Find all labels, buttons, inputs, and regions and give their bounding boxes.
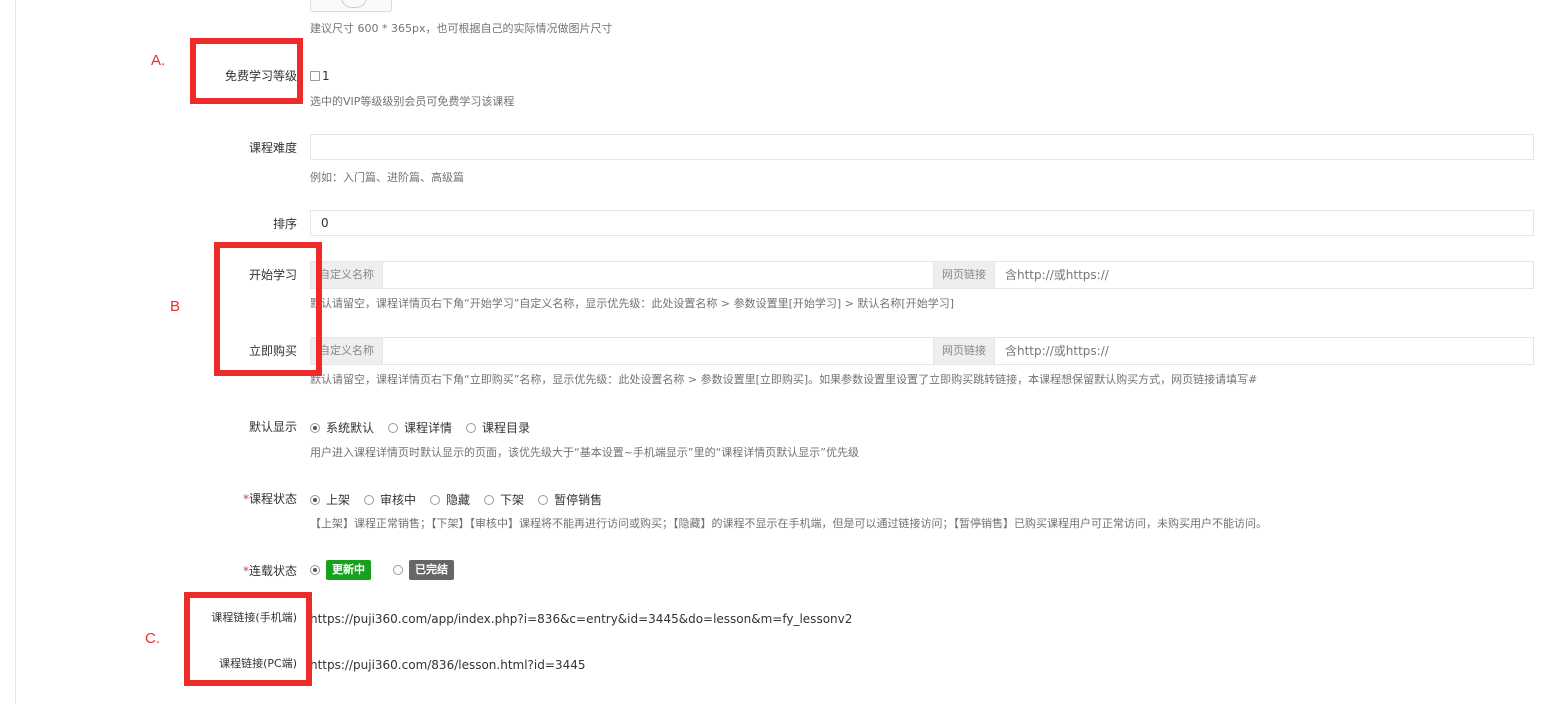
radio-selected[interactable]	[310, 422, 320, 433]
image-upload-thumbnail[interactable]	[310, 0, 392, 12]
serial-status-label: *连载状态	[243, 563, 297, 579]
annotation-label-b: B	[170, 298, 181, 315]
option-label: 下架	[500, 493, 525, 507]
course-status-help: 【上架】课程正常销售；【下架】【审核中】课程将不能再进行访问或购买；【隐藏】的课…	[310, 517, 1267, 530]
sort-input[interactable]	[310, 210, 1534, 236]
default-display-option-catalog[interactable]: 课程目录	[466, 419, 530, 436]
image-size-help: 建议尺寸 600 * 365px，也可根据自己的实际情况做图片尺寸	[310, 22, 613, 35]
start-study-input-group: 自定义名称 网页链接 含http://或https://	[310, 261, 1534, 289]
start-study-link-addon: 网页链接	[933, 262, 995, 288]
course-status-option-off-shelf[interactable]: 下架	[484, 491, 524, 508]
default-display-help: 用户进入课程详情页时默认显示的页面，该优先级大于“基本设置~手机端显示”里的“课…	[310, 446, 860, 459]
course-status-option-on-shelf[interactable]: 上架	[310, 491, 350, 508]
difficulty-input[interactable]	[310, 134, 1534, 160]
option-label: 暂停销售	[554, 493, 603, 507]
radio[interactable]	[393, 565, 403, 575]
option-label: 课程目录	[482, 421, 531, 435]
annotation-box-b	[214, 242, 322, 376]
serial-status-label-text: 连载状态	[248, 564, 297, 578]
course-status-radios: 上架 审核中 隐藏 下架 暂停销售	[310, 491, 616, 508]
radio-selected[interactable]	[310, 565, 320, 575]
difficulty-label: 课程难度	[248, 141, 297, 155]
sort-label: 排序	[272, 217, 297, 231]
free-level-help: 选中的VIP等级级别会员可免费学习该课程	[310, 95, 515, 108]
mobile-link-value: https://puji360.com/app/index.php?i=836&…	[310, 612, 853, 626]
start-study-help: 默认请留空，课程详情页右下角“开始学习”自定义名称，显示优先级：此处设置名称 >…	[310, 297, 954, 310]
serial-status-option-updating[interactable]: 更新中	[310, 560, 371, 580]
free-level-option[interactable]: 1	[310, 69, 330, 83]
course-status-option-paused[interactable]: 暂停销售	[538, 491, 602, 508]
radio[interactable]	[538, 494, 549, 505]
free-level-checkbox[interactable]	[310, 71, 320, 81]
radio[interactable]	[466, 422, 477, 433]
default-display-option-detail[interactable]: 课程详情	[388, 419, 452, 436]
radio[interactable]	[484, 494, 495, 505]
difficulty-help: 例如：入门篇、进阶篇、高级篇	[310, 171, 464, 184]
start-study-link-input[interactable]: 含http://或https://	[995, 262, 1533, 288]
option-label: 课程详情	[404, 421, 453, 435]
course-status-option-reviewing[interactable]: 审核中	[364, 491, 416, 508]
annotation-box-a	[190, 38, 303, 104]
default-display-option-system[interactable]: 系统默认	[310, 419, 374, 436]
annotation-label-c: C.	[145, 630, 160, 647]
buy-now-link-addon: 网页链接	[933, 338, 995, 364]
radio[interactable]	[388, 422, 399, 433]
option-label: 系统默认	[326, 421, 375, 435]
option-label: 上架	[326, 493, 351, 507]
radio[interactable]	[430, 494, 441, 505]
buy-now-name-input[interactable]	[383, 338, 933, 364]
course-status-label-text: 课程状态	[248, 492, 297, 506]
buy-now-link-input[interactable]: 含http://或https://	[995, 338, 1533, 364]
panel-border	[15, 0, 16, 704]
free-level-option-label: 1	[322, 69, 330, 83]
option-label: 隐藏	[446, 493, 471, 507]
serial-status-option-finished[interactable]: 已完结	[393, 560, 454, 580]
serial-status-radios: 更新中 已完结	[310, 560, 468, 580]
default-display-radios: 系统默认 课程详情 课程目录	[310, 419, 544, 436]
default-display-label: 默认显示	[248, 420, 297, 434]
updating-badge: 更新中	[326, 560, 371, 580]
course-status-label: *课程状态	[243, 491, 297, 507]
radio[interactable]	[364, 494, 375, 505]
buy-now-input-group: 自定义名称 网页链接 含http://或https://	[310, 337, 1534, 365]
buy-now-help: 默认请留空，课程详情页右下角“立即购买”名称，显示优先级：此处设置名称 > 参数…	[310, 373, 1258, 386]
finished-badge: 已完结	[409, 560, 454, 580]
option-label: 审核中	[380, 493, 417, 507]
start-study-name-input[interactable]	[383, 262, 933, 288]
annotation-label-a: A.	[151, 52, 166, 69]
pc-link-value: https://puji360.com/836/lesson.html?id=3…	[310, 658, 586, 672]
radio-selected[interactable]	[310, 494, 320, 505]
annotation-box-c	[184, 592, 312, 686]
course-status-option-hidden[interactable]: 隐藏	[430, 491, 470, 508]
